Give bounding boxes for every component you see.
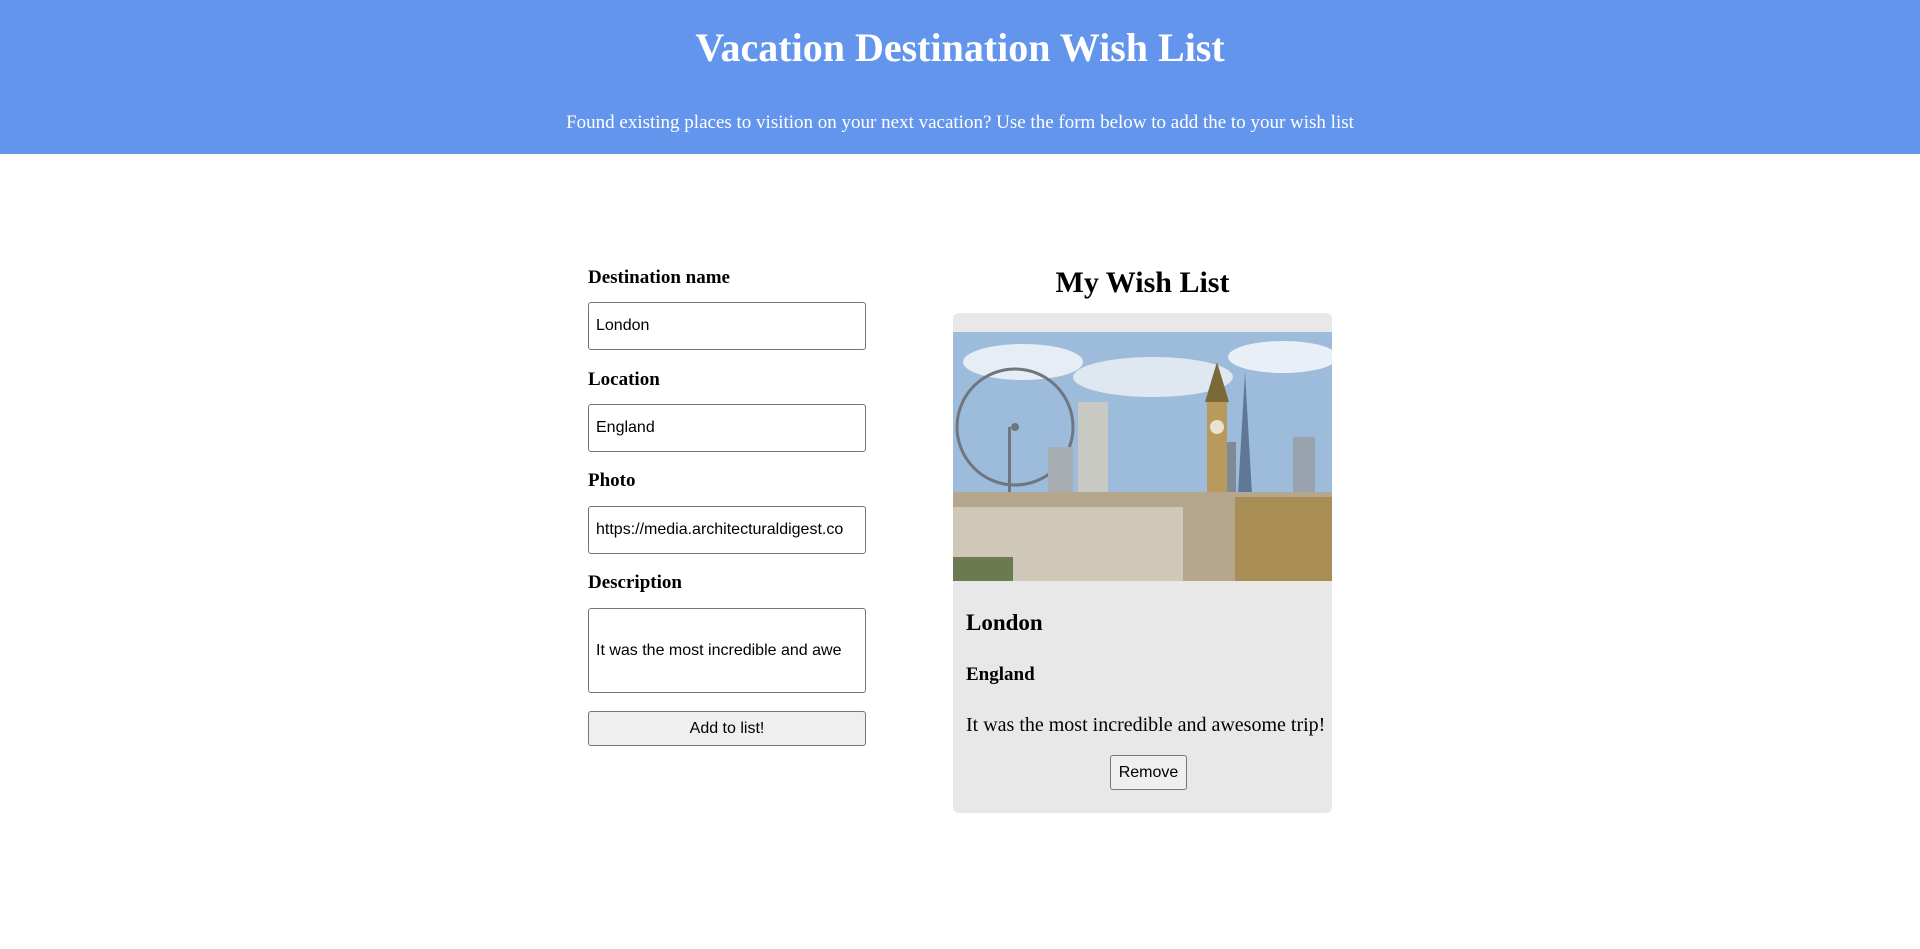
- location-label: Location: [588, 369, 660, 390]
- photo-input[interactable]: https://media.architecturaldigest.co: [588, 506, 866, 554]
- wish-list-card: London England It was the most incredibl…: [953, 313, 1332, 813]
- card-description: It was the most incredible and awesome t…: [966, 714, 1326, 736]
- add-to-list-button[interactable]: Add to list!: [588, 711, 866, 746]
- destination-photo: [953, 332, 1332, 581]
- destination-name-input[interactable]: London: [588, 302, 866, 350]
- location-input[interactable]: England: [588, 404, 866, 452]
- page-header: Vacation Destination Wish List Found exi…: [0, 0, 1920, 154]
- description-textarea[interactable]: It was the most incredible and awe: [588, 608, 866, 693]
- wish-list-title: My Wish List: [1055, 266, 1230, 299]
- card-location: England: [966, 664, 1035, 685]
- destination-name-label: Destination name: [588, 267, 730, 288]
- remove-button[interactable]: Remove: [1110, 755, 1187, 790]
- card-destination-name: London: [966, 610, 1043, 635]
- description-label: Description: [588, 572, 682, 593]
- page-title: Vacation Destination Wish List: [695, 25, 1225, 70]
- page-subtitle: Found existing places to visition on you…: [566, 112, 1354, 133]
- photo-label: Photo: [588, 470, 636, 491]
